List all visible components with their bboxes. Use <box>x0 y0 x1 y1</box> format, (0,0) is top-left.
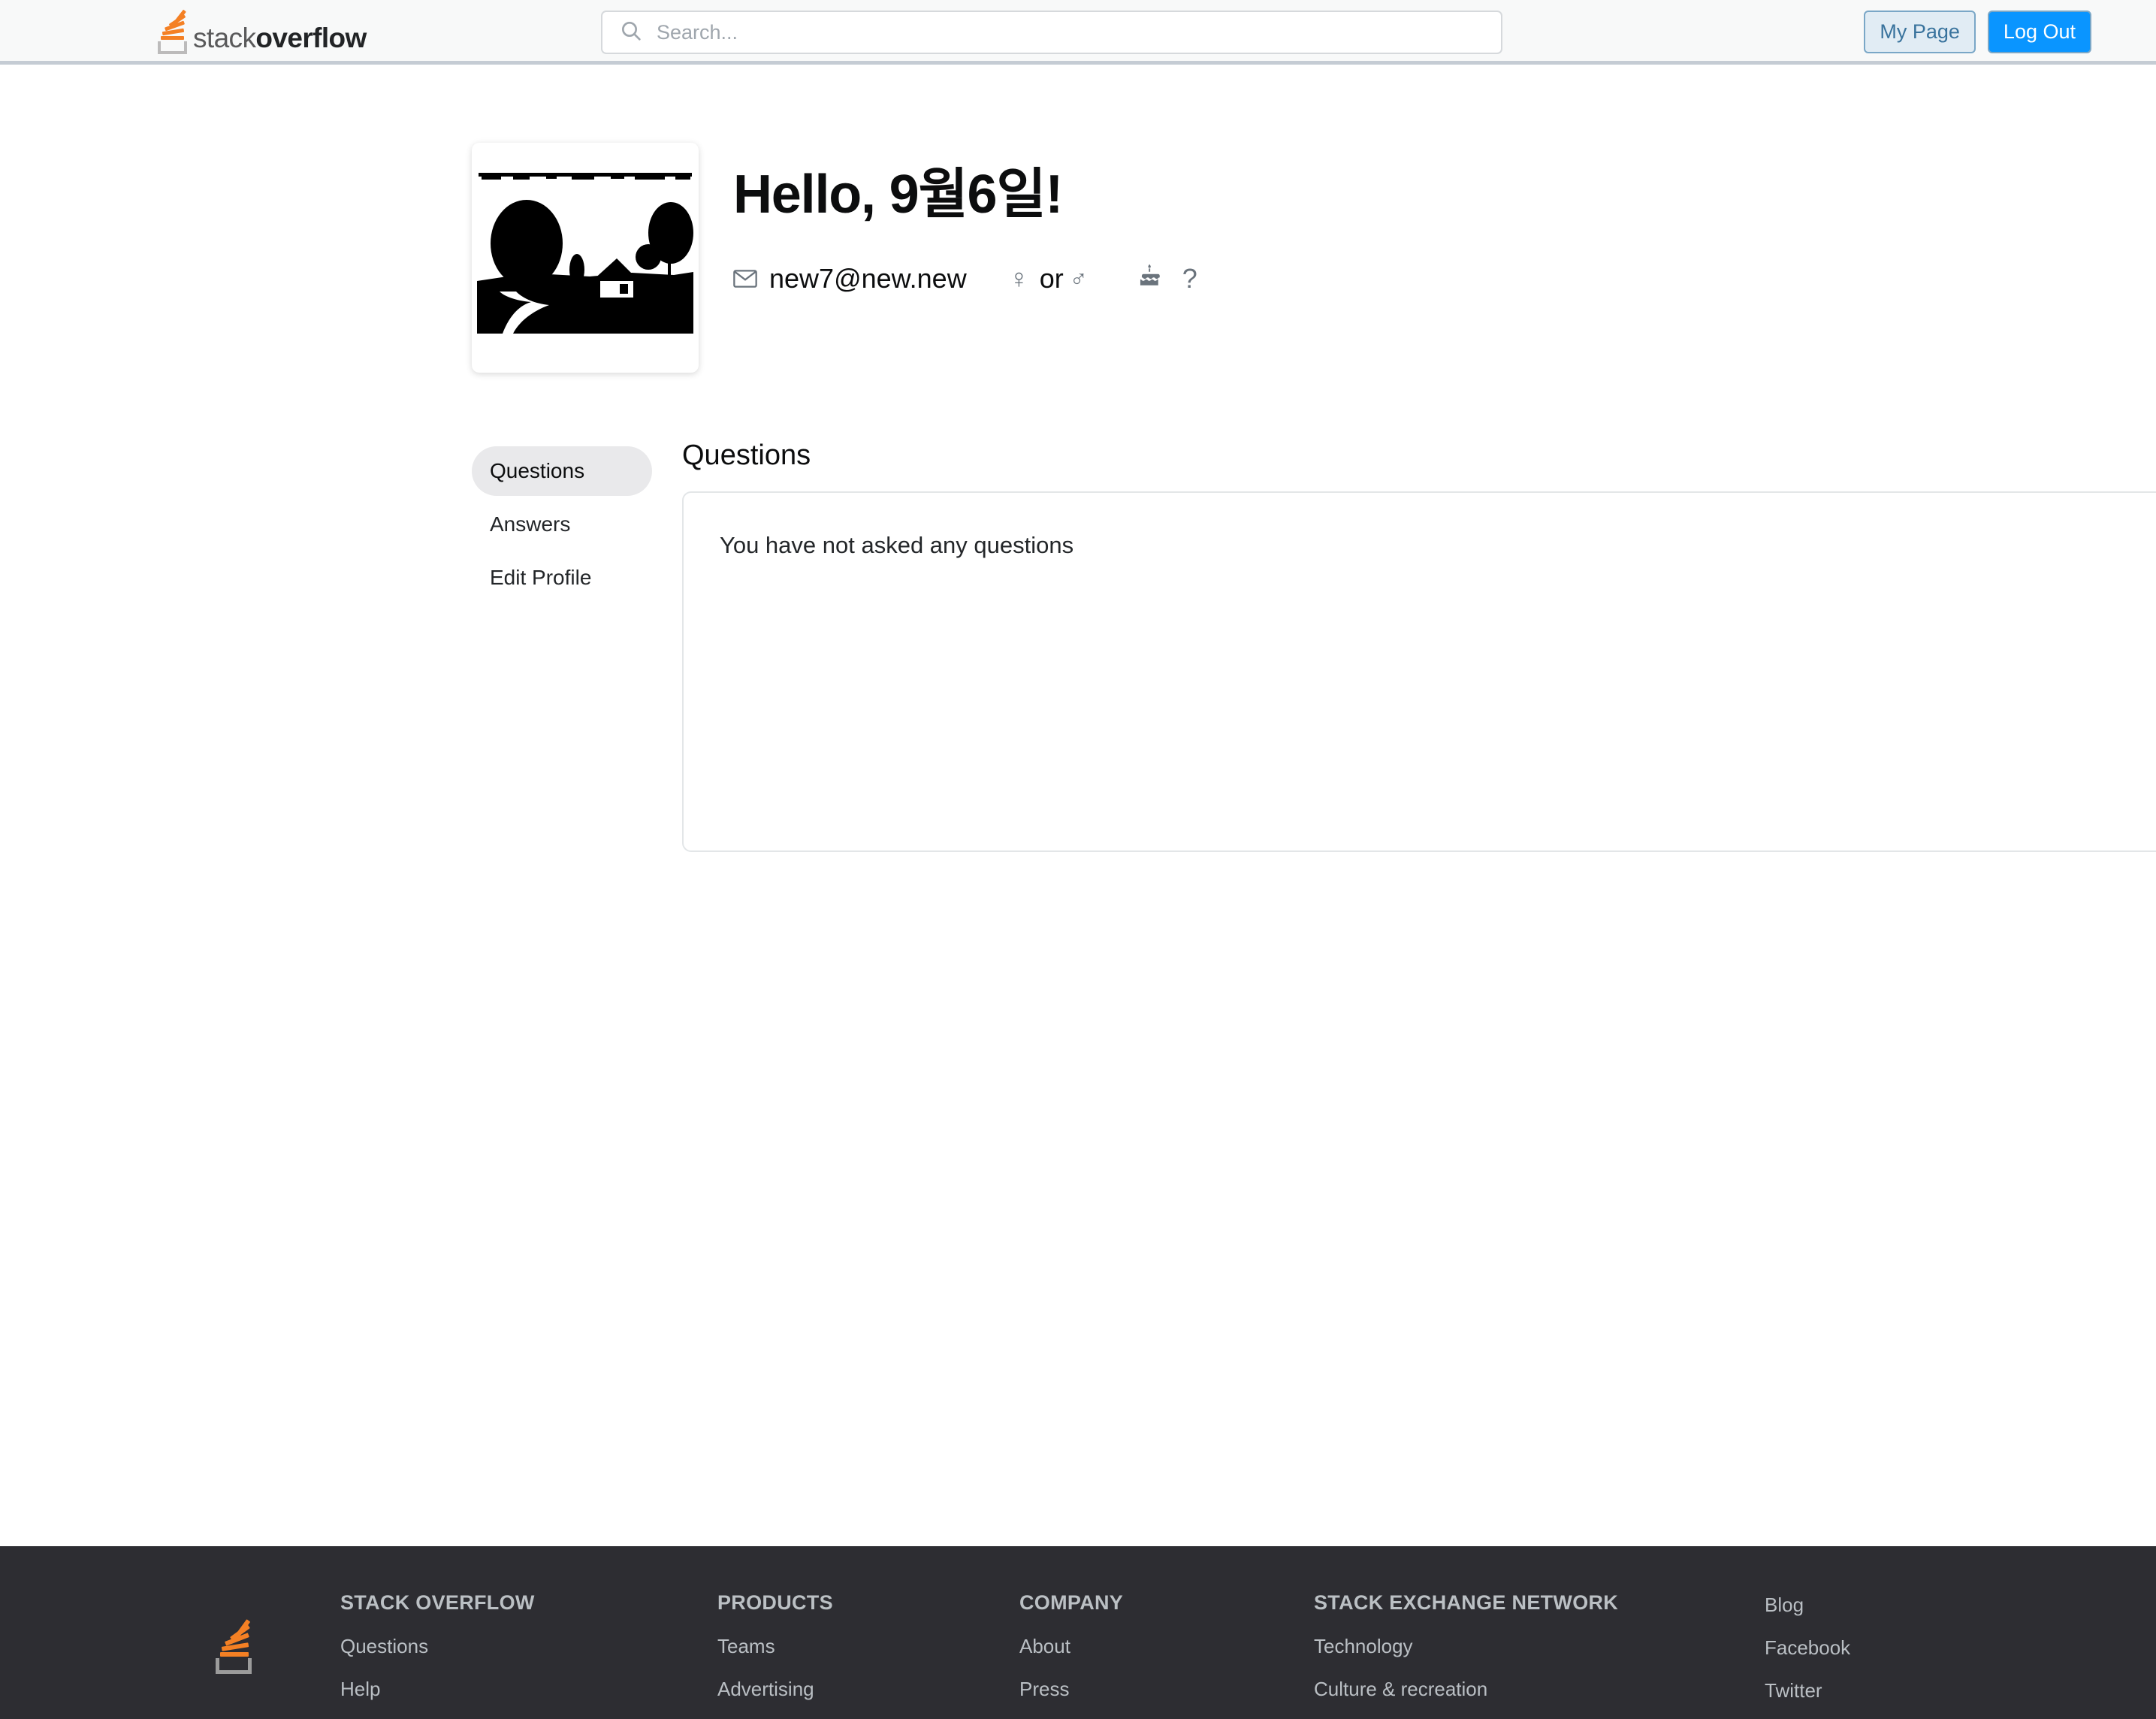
footer-column-products: PRODUCTS Teams Advertising <box>717 1591 1019 1719</box>
profile-side-nav: Questions Answers Edit Profile <box>472 440 652 852</box>
profile-meta-row: new7@new.new ♀ or ♂ ? <box>733 263 1197 295</box>
stack-overflow-logo-link[interactable]: stackoverflow <box>156 8 367 54</box>
footer-link-help[interactable]: Help <box>340 1678 717 1701</box>
content-area: Questions Answers Edit Profile Questions… <box>0 440 2156 852</box>
footer-column-company: COMPANY About Press <box>1019 1591 1314 1719</box>
profile-header: Hello, 9월6일! new7@new.new ♀ or ♂ ? <box>0 65 2156 373</box>
search-container <box>601 11 1502 54</box>
search-icon <box>619 19 643 47</box>
footer-link-about[interactable]: About <box>1019 1635 1314 1658</box>
footer-link-blog[interactable]: Blog <box>1765 1594 2005 1617</box>
gender-or-label: or <box>1039 263 1064 295</box>
topbar-actions: My Page Log Out <box>1864 11 2091 53</box>
footer-link-technology[interactable]: Technology <box>1314 1635 1765 1658</box>
footer-column-stack-exchange-network: STACK EXCHANGE NETWORK Technology Cultur… <box>1314 1591 1765 1719</box>
footer-link-teams[interactable]: Teams <box>717 1635 1019 1658</box>
sidebar-item-answers[interactable]: Answers <box>472 500 652 549</box>
email-value: new7@new.new <box>769 263 967 295</box>
avatar <box>477 152 693 364</box>
logo-text-overflow: overflow <box>255 23 367 53</box>
section-title: Questions <box>682 440 811 471</box>
my-page-button[interactable]: My Page <box>1864 11 1976 53</box>
sidebar-item-questions[interactable]: Questions <box>472 446 652 496</box>
footer-link-culture-recreation[interactable]: Culture & recreation <box>1314 1678 1765 1701</box>
footer-link-advertising[interactable]: Advertising <box>717 1678 1019 1701</box>
main-column: Questions You have not asked any questio… <box>682 440 2156 852</box>
gender-field: ♀ or ♂ <box>1009 263 1088 295</box>
female-symbol-icon: ♀ <box>1008 263 1029 295</box>
profile-meta: Hello, 9월6일! new7@new.new ♀ or ♂ ? <box>733 143 1197 295</box>
logo-wordmark: stackoverflow <box>193 24 367 54</box>
site-footer: STACK OVERFLOW Questions Help PRODUCTS T… <box>0 1546 2156 1719</box>
search-input[interactable] <box>655 17 1405 47</box>
birthday-field: ? <box>1137 263 1197 295</box>
birthday-cake-icon <box>1137 263 1163 295</box>
footer-heading: STACK EXCHANGE NETWORK <box>1314 1591 1619 1614</box>
envelope-icon <box>733 270 757 288</box>
logo-text-stack: stack <box>193 23 256 53</box>
male-symbol-icon: ♂ <box>1069 264 1088 292</box>
footer-column-stack-overflow: STACK OVERFLOW Questions Help <box>340 1591 717 1719</box>
footer-link-questions[interactable]: Questions <box>340 1635 717 1658</box>
search-box[interactable] <box>601 11 1502 54</box>
empty-state-message: You have not asked any questions <box>720 531 1074 558</box>
footer-column-social: Blog Facebook Twitter <box>1765 1591 2005 1719</box>
questions-panel: You have not asked any questions <box>682 491 2156 852</box>
footer-logo-icon <box>214 1619 258 1674</box>
sidebar-item-edit-profile[interactable]: Edit Profile <box>472 553 652 603</box>
footer-link-twitter[interactable]: Twitter <box>1765 1679 2005 1702</box>
footer-heading: PRODUCTS <box>717 1591 833 1614</box>
log-out-button[interactable]: Log Out <box>1987 11 2091 53</box>
birthday-value: ? <box>1182 263 1197 295</box>
footer-heading: STACK OVERFLOW <box>340 1591 535 1614</box>
avatar-frame <box>472 143 699 373</box>
page-body: Hello, 9월6일! new7@new.new ♀ or ♂ ? Quest… <box>0 65 2156 852</box>
page-title: Hello, 9월6일! <box>733 165 1063 225</box>
top-navigation-bar: stackoverflow My Page Log Out <box>0 0 2156 65</box>
stack-overflow-logo-icon <box>156 9 189 54</box>
email-field: new7@new.new <box>733 263 967 295</box>
footer-heading: COMPANY <box>1019 1591 1124 1614</box>
footer-link-facebook[interactable]: Facebook <box>1765 1636 2005 1660</box>
footer-link-press[interactable]: Press <box>1019 1678 1314 1701</box>
